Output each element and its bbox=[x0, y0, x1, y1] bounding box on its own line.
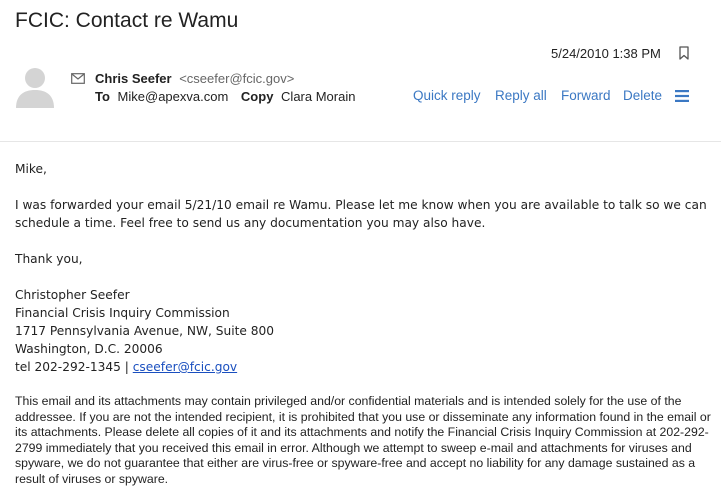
copy-label: Copy bbox=[240, 89, 274, 104]
signature-tel: tel 202-292-1345 | bbox=[15, 360, 133, 374]
signature-name: Christopher Seefer bbox=[15, 288, 130, 302]
hamburger-menu-icon[interactable] bbox=[675, 90, 689, 102]
recipients-line: To Mike@apexva.com Copy Clara Morain bbox=[95, 89, 355, 104]
email-date: 5/24/2010 1:38 PM bbox=[551, 46, 661, 61]
email-body: Mike, I was forwarded your email 5/21/10… bbox=[15, 160, 715, 376]
body-line-2: schedule a time. Feel free to send us an… bbox=[15, 216, 486, 230]
delete-button[interactable]: Delete bbox=[623, 88, 662, 103]
signature-address-2: Washington, D.C. 20006 bbox=[15, 342, 163, 356]
header-divider bbox=[0, 141, 721, 142]
signature-contact: tel 202-292-1345 | cseefer@fcic.gov bbox=[15, 358, 715, 376]
to-recipient[interactable]: Mike@apexva.com bbox=[118, 89, 229, 104]
envelope-icon bbox=[71, 73, 85, 84]
closing: Thank you, bbox=[15, 252, 83, 266]
greeting: Mike, bbox=[15, 162, 47, 176]
sender-email[interactable]: <cseefer@fcic.gov> bbox=[179, 71, 294, 86]
forward-button[interactable]: Forward bbox=[561, 88, 611, 103]
sender[interactable]: Chris Seefer <cseefer@fcic.gov> bbox=[95, 71, 294, 86]
to-label: To bbox=[95, 89, 110, 104]
copy-recipient[interactable]: Clara Morain bbox=[281, 89, 355, 104]
signature-email-link[interactable]: cseefer@fcic.gov bbox=[133, 360, 237, 374]
avatar bbox=[16, 68, 54, 108]
bookmark-icon[interactable] bbox=[678, 46, 690, 60]
disclaimer: This email and its attachments may conta… bbox=[15, 394, 711, 486]
email-subject: FCIC: Contact re Wamu bbox=[15, 9, 239, 32]
quick-reply-button[interactable]: Quick reply bbox=[413, 88, 481, 103]
signature-org: Financial Crisis Inquiry Commission bbox=[15, 306, 230, 320]
reply-all-button[interactable]: Reply all bbox=[495, 88, 547, 103]
sender-name[interactable]: Chris Seefer bbox=[95, 71, 172, 86]
signature-address-1: 1717 Pennsylvania Avenue, NW, Suite 800 bbox=[15, 324, 275, 338]
body-line-1: I was forwarded your email 5/21/10 email… bbox=[15, 198, 707, 212]
